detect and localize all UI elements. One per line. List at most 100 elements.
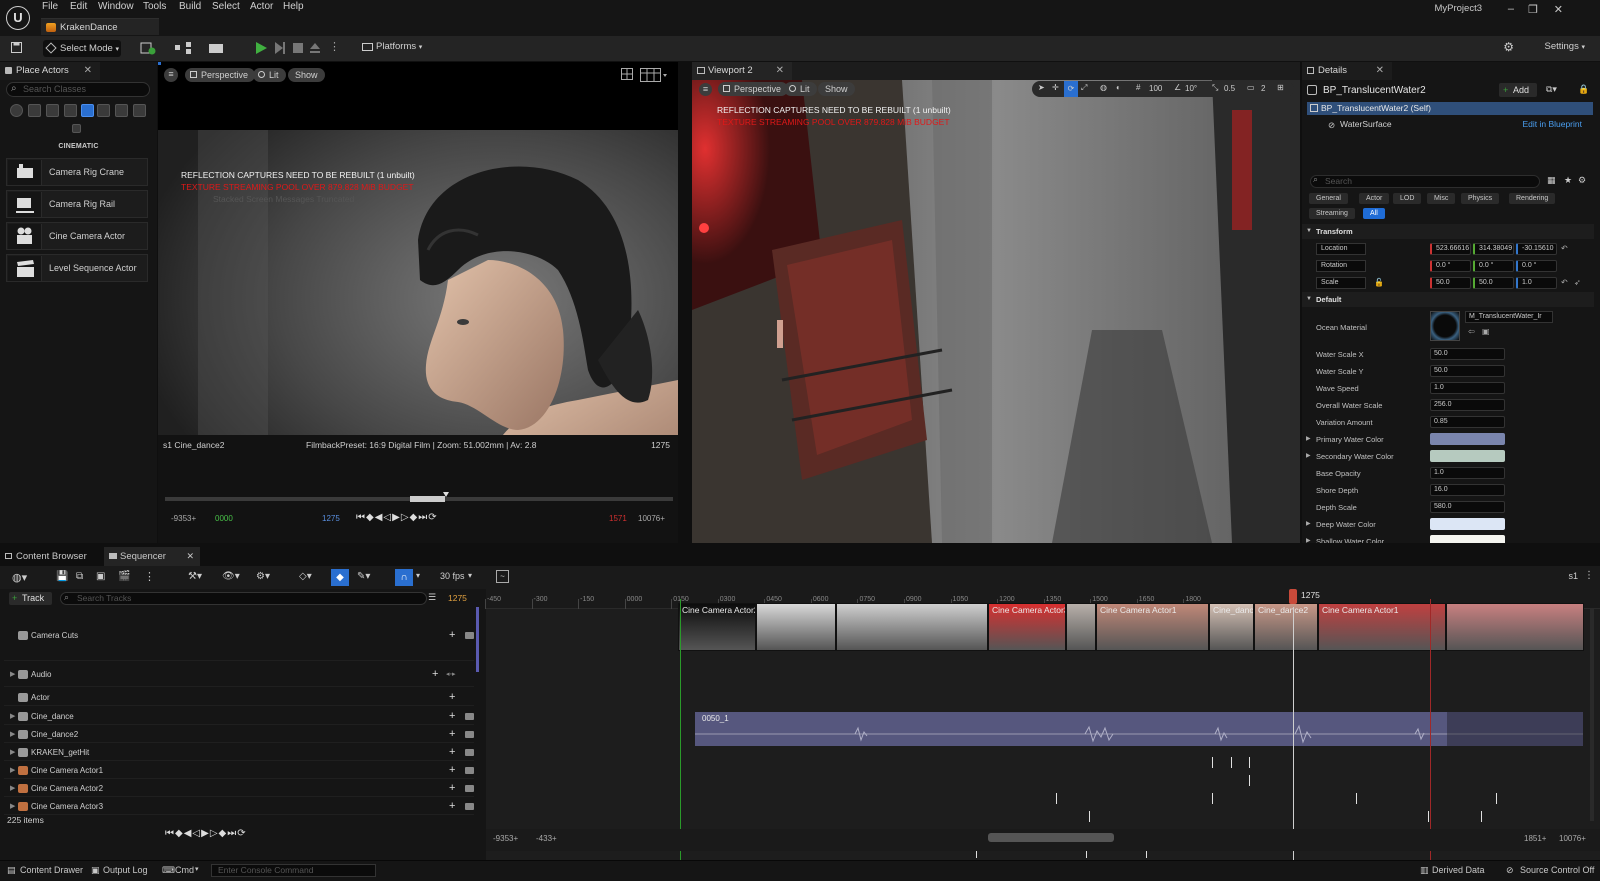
menu-edit[interactable]: Edit <box>70 1 87 14</box>
scale-lock-icon[interactable]: 🔓 <box>1374 278 1384 287</box>
rotation-x-field[interactable]: 0.0 ° <box>1430 260 1471 272</box>
ocean-material-dropdown[interactable]: M_TranslucentWater_Ir <box>1465 311 1553 323</box>
menu-window[interactable]: Window <box>98 1 134 14</box>
cinematics-icon[interactable] <box>208 41 230 55</box>
cinematic-category-icon[interactable] <box>81 104 94 117</box>
timeline-v-scrollbar[interactable] <box>1590 609 1594 821</box>
filter-physics[interactable]: Physics <box>1461 193 1500 204</box>
settings-dropdown[interactable]: Settings ▾ <box>1530 41 1585 52</box>
blueprint-icon[interactable] <box>174 41 194 55</box>
expand-icon[interactable]: ▶ <box>1306 452 1311 459</box>
expand-icon[interactable]: ▶ <box>10 730 15 738</box>
edit-tool-icon[interactable]: ✎▾ <box>357 571 370 582</box>
menu-file[interactable]: File <box>42 1 58 14</box>
surface-snap-icon[interactable]: ◐ <box>1116 83 1121 92</box>
rotation-snap-icon[interactable]: ∠ <box>1174 83 1181 92</box>
keyframe-marker[interactable] <box>1496 793 1497 804</box>
add-key-icon[interactable]: + <box>449 629 455 641</box>
actor-item-camera-rig-crane[interactable]: Camera Rig Crane <box>6 158 148 186</box>
lit-button[interactable]: Lit <box>253 68 286 82</box>
blueprint-options-icon[interactable]: ⧉▾ <box>1546 84 1557 95</box>
expand-icon[interactable]: ▶ <box>10 766 15 774</box>
track-row[interactable]: ▶ KRAKEN_getHit + <box>4 743 474 761</box>
jump-to-end-icon[interactable]: ⏭ <box>418 512 428 523</box>
scale-snap-icon[interactable]: ⤡ <box>1212 83 1218 93</box>
camera-cut-thumbnail[interactable] <box>756 603 836 651</box>
level-tab[interactable]: KrakenDance <box>41 18 159 35</box>
expand-icon[interactable]: ▶ <box>1306 520 1311 527</box>
property-value-field[interactable]: 50.0 <box>1430 348 1505 360</box>
actor-item-camera-rig-rail[interactable]: Camera Rig Rail <box>6 190 148 218</box>
scale-icon[interactable]: ⤢ <box>1081 83 1087 93</box>
show-button[interactable]: Show <box>288 68 325 82</box>
keyframe-marker[interactable] <box>1231 757 1232 768</box>
viewport-2-tab[interactable]: Viewport 2 ✕ <box>692 62 792 80</box>
loop-icon[interactable]: ⟳ <box>237 828 246 839</box>
add-track-button[interactable]: + Track <box>9 592 52 605</box>
details-search-input[interactable]: Search <box>1310 175 1540 188</box>
filter-all[interactable]: All <box>1363 208 1385 219</box>
cmd-chevron-icon[interactable]: ▾ <box>195 865 199 873</box>
track-options-icon[interactable] <box>465 731 474 738</box>
close-icon[interactable]: ✕ <box>186 547 194 566</box>
play-options-icon[interactable]: ⋮ <box>329 40 340 53</box>
track-row[interactable]: ▶ Cine Camera Actor2 + <box>4 779 474 797</box>
curve-editor-icon[interactable]: ~ <box>496 570 509 583</box>
place-actors-tab[interactable]: Place Actors ✕ <box>0 62 100 80</box>
play-icon[interactable]: ▶ <box>201 828 210 839</box>
location-z-field[interactable]: -30.15610 <box>1516 243 1557 255</box>
search-tracks-input[interactable]: Search Tracks <box>60 592 427 605</box>
component-self-row[interactable]: BP_TranslucentWater2 (Self) <box>1307 102 1593 115</box>
maximize-icon[interactable]: ❐ <box>1528 3 1538 16</box>
perspective-button[interactable]: Perspective <box>185 68 256 82</box>
grid-snap-icon[interactable]: # <box>1136 83 1140 92</box>
gear-icon[interactable]: ⚙ <box>1578 175 1586 186</box>
next-key-icon[interactable]: ◆ <box>219 828 228 839</box>
default-section-header[interactable]: ▼ Default <box>1302 292 1594 307</box>
playhead-handle[interactable] <box>1289 589 1297 604</box>
cinematic-viewport[interactable]: ≡ Perspective Lit Show REFLECTION CAPTUR… <box>158 62 678 543</box>
view-options-icon[interactable]: 👁▾ <box>222 571 240 582</box>
console-command-input[interactable]: Enter Console Command <box>211 864 376 877</box>
add-key-icon[interactable]: + <box>449 746 455 758</box>
camera-cut-thumbnail[interactable]: Cine_danc <box>1209 603 1254 651</box>
camera-cut-thumbnail[interactable]: Cine Camera Actor3 <box>988 603 1066 651</box>
scrub-range[interactable] <box>410 496 445 502</box>
track-options-icon[interactable] <box>465 713 474 720</box>
content-drawer-button[interactable]: Content Drawer <box>20 865 83 875</box>
show-button[interactable]: Show <box>818 82 855 96</box>
property-value-field[interactable]: 16.0 <box>1430 484 1505 496</box>
minimize-icon[interactable]: – <box>1508 3 1514 15</box>
menu-select[interactable]: Select <box>212 1 240 14</box>
rotate-icon[interactable]: ⟳ <box>1064 81 1078 97</box>
scale-y-field[interactable]: 50.0 <box>1473 277 1514 289</box>
cinematic-view-icon[interactable] <box>640 68 668 82</box>
save-icon[interactable]: 💾 <box>56 571 68 582</box>
add-actor-icon[interactable] <box>140 41 160 55</box>
track-options-icon[interactable] <box>465 803 474 810</box>
component-water-surface[interactable]: WaterSurface <box>1340 119 1392 129</box>
timeline-scrollbar[interactable] <box>988 833 1114 842</box>
filter-misc[interactable]: Misc <box>1427 193 1456 204</box>
keyframe-marker[interactable] <box>1481 811 1482 822</box>
render-movie-icon[interactable]: ▣ <box>96 571 105 582</box>
add-key-icon[interactable]: + <box>449 800 455 812</box>
expand-icon[interactable]: ▶ <box>10 748 15 756</box>
fps-dropdown[interactable]: 30 fps <box>440 571 465 581</box>
close-icon[interactable]: ✕ <box>84 62 92 80</box>
camera-cut-thumbnail[interactable]: Cine_dance2 <box>1254 603 1318 651</box>
track-row[interactable]: ▶ Audio + ◂◦▸ <box>4 661 474 687</box>
details-tab[interactable]: Details ✕ <box>1302 62 1392 80</box>
auto-key-icon[interactable]: ◆ <box>331 569 349 586</box>
keyframe-marker[interactable] <box>1356 793 1357 804</box>
volumes-category-icon[interactable] <box>133 104 146 117</box>
rotation-z-field[interactable]: 0.0 ° <box>1516 260 1557 272</box>
use-selected-icon[interactable]: ⇦ <box>1468 327 1475 336</box>
scale-dropdown[interactable]: Scale <box>1316 277 1366 289</box>
snap-options-icon[interactable]: ▾ <box>416 571 420 580</box>
clapperboard-icon[interactable]: 🎬 <box>118 571 130 582</box>
color-swatch[interactable] <box>1430 433 1505 445</box>
world-icon[interactable]: ◍▾ <box>12 571 27 584</box>
camera-cut-thumbnail[interactable] <box>836 603 988 651</box>
key-navigation-icon[interactable]: ◂◦▸ <box>446 670 456 678</box>
